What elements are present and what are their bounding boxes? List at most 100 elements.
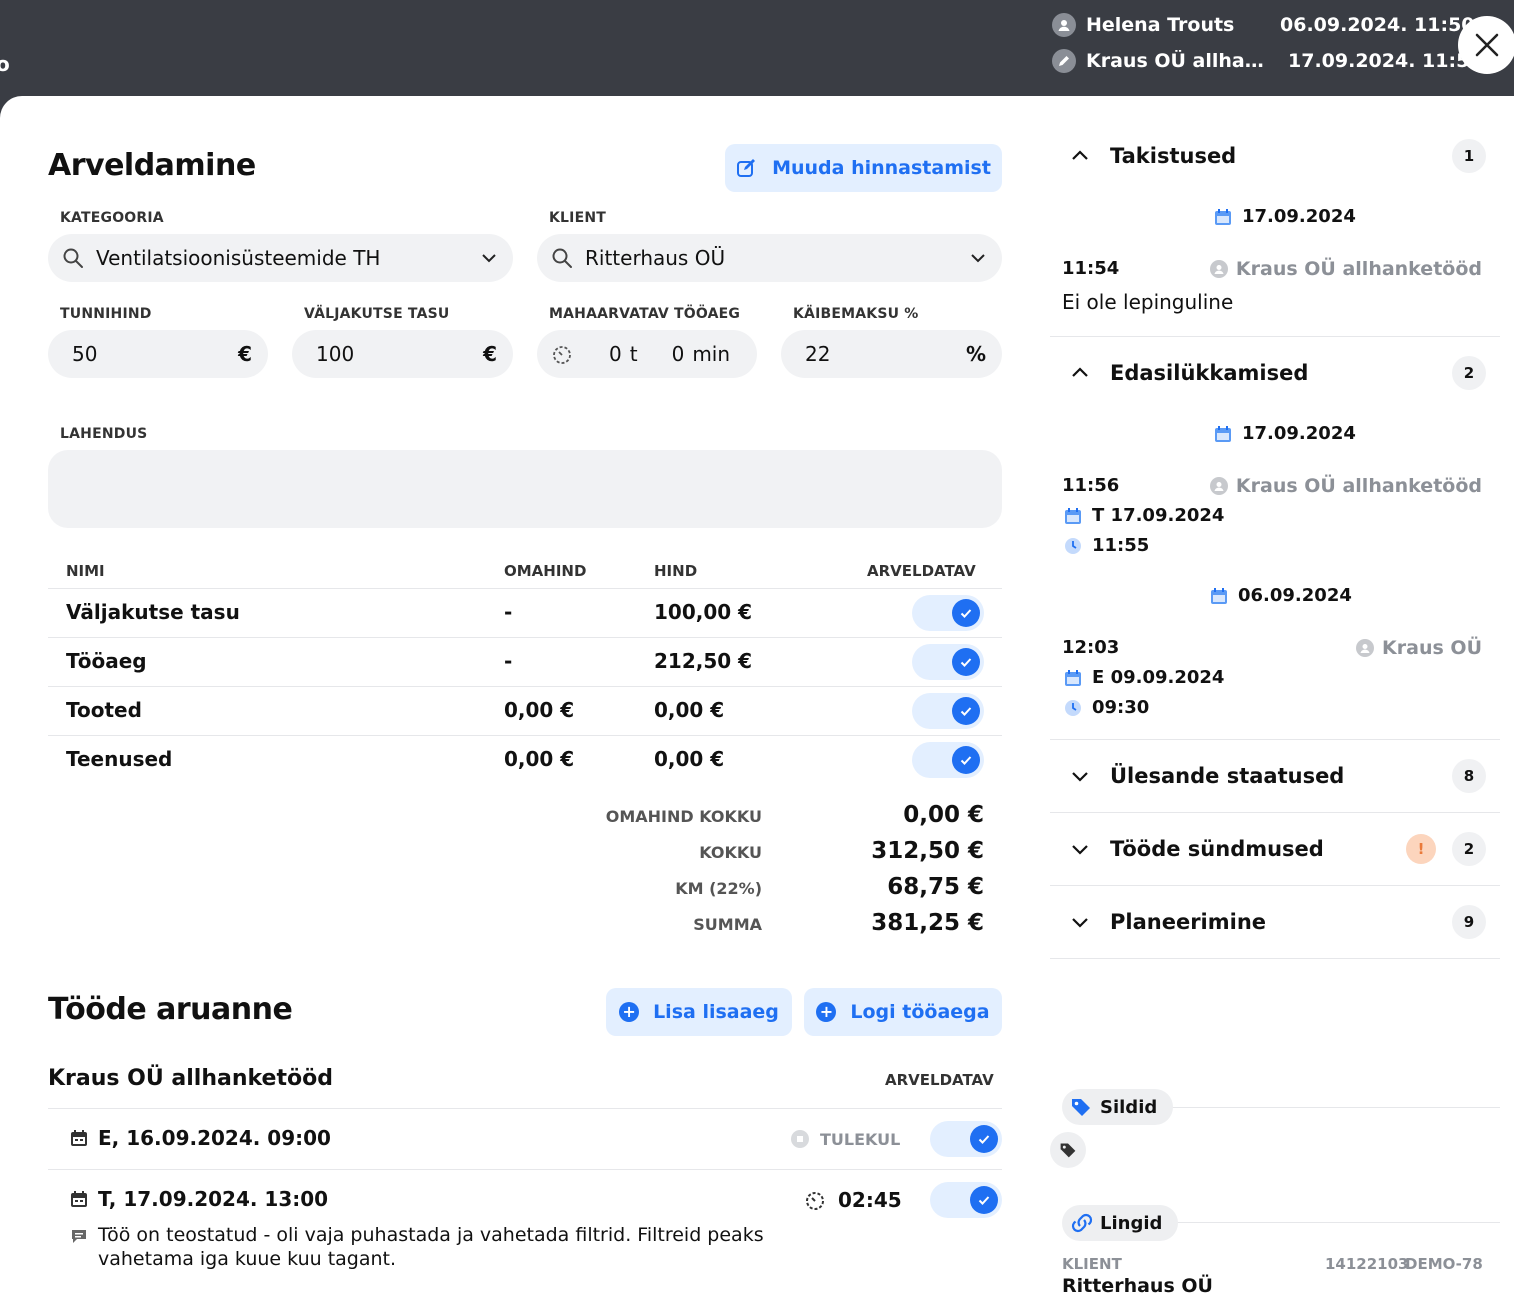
add-extra-time-button[interactable]: + Lisa lisaaeg bbox=[606, 988, 792, 1036]
sum-value: 381,25 € bbox=[871, 910, 984, 936]
chevron-down-icon bbox=[482, 254, 496, 263]
link-client-name[interactable]: Ritterhaus OÜ bbox=[1062, 1275, 1213, 1296]
col-header-cost: OMAHIND bbox=[504, 562, 587, 580]
billable-toggle[interactable] bbox=[912, 693, 984, 729]
user-icon bbox=[1052, 13, 1076, 37]
work-entry-duration: 02:45 bbox=[804, 1188, 902, 1212]
product-events-title: Tööde sündmused bbox=[1110, 837, 1324, 861]
clock-icon bbox=[1065, 699, 1081, 716]
minutes-unit: min bbox=[692, 342, 731, 366]
comment-icon bbox=[72, 1230, 86, 1243]
vat-input[interactable]: 22 % bbox=[781, 330, 1002, 378]
edited-by-row: Kraus OÜ allhan... 17.09.2024. 11:58 bbox=[1052, 49, 1483, 73]
callout-fee-input[interactable]: 100 € bbox=[292, 330, 513, 378]
billable-toggle[interactable] bbox=[930, 1182, 1002, 1218]
links-divider bbox=[1170, 1222, 1500, 1223]
timer-icon bbox=[553, 346, 571, 364]
link-client-code: 14122103 bbox=[1325, 1255, 1409, 1273]
planning-header[interactable]: Planeerimine 9 bbox=[1050, 902, 1500, 942]
row-cost: - bbox=[504, 649, 513, 673]
user-icon bbox=[1209, 260, 1228, 278]
side-divider bbox=[1050, 958, 1500, 959]
postponement-date: 06.09.2024 bbox=[1210, 585, 1352, 606]
chevron-down-icon bbox=[971, 254, 985, 263]
search-icon bbox=[63, 248, 83, 268]
status-icon bbox=[791, 1130, 809, 1148]
row-price: 0,00 € bbox=[654, 747, 725, 771]
edit-pricing-label: Muuda hinnastamist bbox=[772, 157, 991, 179]
billable-toggle[interactable] bbox=[912, 742, 984, 778]
postponement-user: Kraus OÜ bbox=[1356, 637, 1482, 659]
calendar-icon bbox=[1215, 208, 1231, 225]
clock-icon bbox=[1065, 537, 1081, 554]
row-name: Tööaeg bbox=[66, 649, 147, 673]
hourly-rate-label: TUNNIHIND bbox=[60, 306, 152, 322]
obstacle-time: 11:54 bbox=[1062, 258, 1120, 279]
postponement-new-time: 09:30 bbox=[1064, 697, 1149, 718]
cost-total-value: 0,00 € bbox=[903, 802, 984, 828]
row-name: Väljakutse tasu bbox=[66, 600, 240, 624]
table-divider bbox=[48, 735, 1002, 736]
postponement-new-date: E 09.09.2024 bbox=[1064, 667, 1224, 688]
postponements-header[interactable]: Edasilükkamised 2 bbox=[1050, 353, 1500, 393]
obstacle-text: Ei ole lepinguline bbox=[1062, 290, 1234, 314]
calendar-icon bbox=[71, 1191, 87, 1207]
client-select[interactable]: Ritterhaus OÜ bbox=[537, 234, 1002, 282]
billable-toggle[interactable] bbox=[930, 1121, 1002, 1157]
vat-value: 22 bbox=[805, 342, 831, 366]
postponement-new-time: 11:55 bbox=[1064, 535, 1149, 556]
chevron-up-icon bbox=[1072, 367, 1088, 377]
chevron-up-icon bbox=[1072, 150, 1088, 160]
created-date: 06.09.2024. 11:50 bbox=[1280, 14, 1475, 36]
billable-toggle[interactable] bbox=[912, 595, 984, 631]
close-button[interactable] bbox=[1458, 16, 1514, 74]
solution-label: LAHENDUS bbox=[60, 426, 148, 442]
category-label: KATEGOORIA bbox=[60, 210, 164, 226]
row-cost: 0,00 € bbox=[504, 747, 575, 771]
user-icon bbox=[1209, 477, 1228, 495]
table-divider bbox=[48, 588, 1002, 589]
sum-label: SUMMA bbox=[693, 915, 762, 934]
solution-textarea[interactable] bbox=[48, 450, 1002, 528]
product-events-header[interactable]: Tööde sündmused ! 2 bbox=[1050, 829, 1500, 869]
postponement-time: 11:56 bbox=[1062, 475, 1120, 496]
obstacles-title: Takistused bbox=[1110, 144, 1237, 168]
postponement-time: 12:03 bbox=[1062, 637, 1120, 658]
planning-count: 9 bbox=[1452, 905, 1486, 939]
obstacles-header[interactable]: Takistused 1 bbox=[1050, 136, 1500, 176]
row-cost: 0,00 € bbox=[504, 698, 575, 722]
deductible-time-input[interactable]: 0 t 0 min bbox=[537, 330, 757, 378]
user-icon bbox=[1356, 639, 1375, 657]
category-value: Ventilatsioonisüsteemide TH bbox=[96, 246, 381, 270]
task-statuses-header[interactable]: Ülesande staatused 8 bbox=[1050, 756, 1500, 796]
created-by-name: Helena Trouts bbox=[1086, 14, 1235, 36]
billable-toggle[interactable] bbox=[912, 644, 984, 680]
add-tag-button[interactable] bbox=[1050, 1132, 1086, 1168]
euro-icon: € bbox=[238, 342, 252, 366]
vat-total-value: 68,75 € bbox=[887, 874, 984, 900]
row-price: 212,50 € bbox=[654, 649, 753, 673]
link-client-label: KLIENT bbox=[1062, 1255, 1122, 1273]
cost-total-label: OMAHIND KOKKU bbox=[605, 807, 762, 826]
obstacles-count: 1 bbox=[1452, 139, 1486, 173]
hourly-rate-input[interactable]: 50 € bbox=[48, 330, 268, 378]
planning-title: Planeerimine bbox=[1110, 910, 1267, 934]
deductible-time-label: MAHAARVATAV TÖÖAEG bbox=[549, 306, 741, 322]
link-icon bbox=[1071, 1213, 1093, 1233]
edit-pricing-button[interactable]: Muuda hinnastamist bbox=[725, 144, 1002, 192]
created-by-row: Helena Trouts 06.09.2024. 11:50 bbox=[1052, 13, 1475, 37]
work-entry-date: T, 17.09.2024. 13:00 bbox=[98, 1187, 329, 1211]
tags-divider bbox=[1160, 1107, 1500, 1108]
work-entry-comment: Töö on teostatud - oli vaja puhastada ja… bbox=[98, 1224, 764, 1270]
check-icon bbox=[952, 746, 980, 774]
total-label: KOKKU bbox=[699, 843, 762, 862]
row-price: 0,00 € bbox=[654, 698, 725, 722]
side-divider bbox=[1050, 885, 1500, 886]
category-select[interactable]: Ventilatsioonisüsteemide TH bbox=[48, 234, 513, 282]
detail-panel: Arveldamine Muuda hinnastamist KATEGOORI… bbox=[0, 96, 1514, 1296]
log-work-time-button[interactable]: + Logi tööaega bbox=[804, 988, 1002, 1036]
plus-icon: + bbox=[619, 1002, 640, 1022]
edit-icon bbox=[737, 159, 756, 177]
timer-icon bbox=[806, 1192, 824, 1210]
obstacle-date: 17.09.2024 bbox=[1214, 206, 1356, 227]
